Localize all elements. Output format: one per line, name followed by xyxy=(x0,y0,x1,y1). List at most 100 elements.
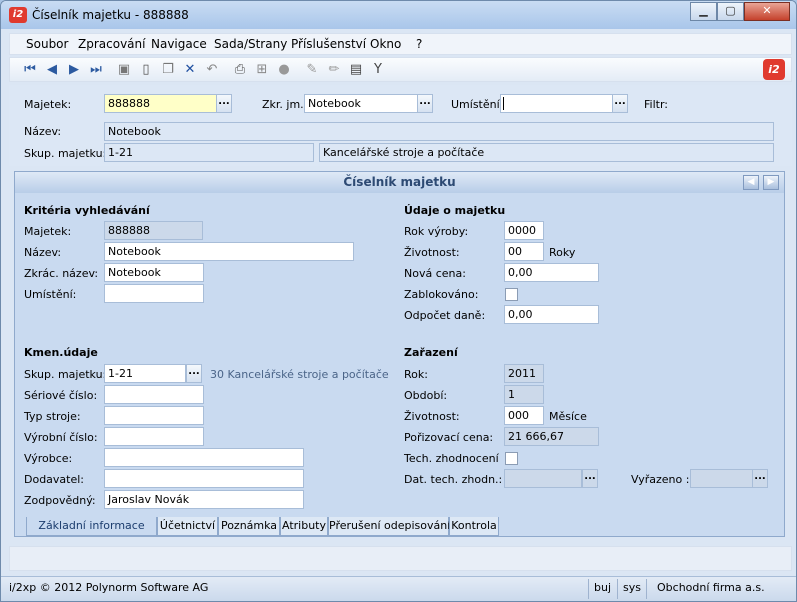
zar-zivotnost-unit: Měsíce xyxy=(549,410,587,423)
kmen-skup-lookup-button[interactable]: ... xyxy=(186,364,202,383)
odpocet-input[interactable]: 0,00 xyxy=(504,305,599,324)
dat-tech-field xyxy=(504,469,582,488)
menu-help[interactable]: ? xyxy=(416,37,422,51)
dat-tech-lookup-button[interactable]: ... xyxy=(582,469,598,488)
toolbar: ⏮ ◀ ▶ ⏭ ▣ ▯ ❐ ✕ ↶ ⎙ ⊞ ● ✎ ✏ ▤ Y i2 xyxy=(9,57,792,82)
rok-vyroby-label: Rok výroby: xyxy=(404,225,469,238)
header-form: Majetek: 888888 ... Zkr. jm.: Notebook .… xyxy=(9,85,792,166)
zkr-lookup-button[interactable]: ... xyxy=(417,94,433,113)
obdobi-label: Období: xyxy=(404,389,448,402)
crit-umisteni-input[interactable] xyxy=(104,284,204,303)
menu-prislusenstvi[interactable]: Příslušenství xyxy=(291,37,366,51)
skup-desc-field: Kancelářské stroje a počítače xyxy=(319,143,774,162)
pencil-icon[interactable]: ✏ xyxy=(326,62,342,78)
zablokovano-checkbox[interactable] xyxy=(505,288,518,301)
seriove-input[interactable] xyxy=(104,385,204,404)
majetek-lookup-button[interactable]: ... xyxy=(216,94,232,113)
menu-okno[interactable]: Okno xyxy=(370,37,401,51)
vyrazeno-label: Vyřazeno : xyxy=(631,473,690,486)
last-record-icon[interactable]: ⏭ xyxy=(88,62,104,78)
disc-icon[interactable]: ● xyxy=(276,62,292,78)
seriove-label: Sériové číslo: xyxy=(24,389,98,402)
crit-zkrac-input[interactable]: Notebook xyxy=(104,263,204,282)
tab-preruseni[interactable]: Přerušení odepisování xyxy=(328,517,450,536)
crit-nazev-label: Název: xyxy=(24,246,62,259)
print-icon[interactable]: ⎙ xyxy=(232,62,248,78)
vyrazeno-lookup-button[interactable]: ... xyxy=(752,469,768,488)
brand-logo-icon: i2 xyxy=(763,59,785,80)
export-icon[interactable]: ▤ xyxy=(348,62,364,78)
close-button[interactable]: ✕ xyxy=(744,2,790,21)
crit-majetek-label: Majetek: xyxy=(24,225,72,238)
majetek-label: Majetek: xyxy=(24,98,72,111)
status-separator xyxy=(617,579,618,599)
zodpovedny-label: Zodpovědný: xyxy=(24,494,96,507)
new-icon[interactable]: ▯ xyxy=(138,62,154,78)
umisteni-input[interactable] xyxy=(500,94,613,113)
maximize-button[interactable]: ▢ xyxy=(717,2,744,21)
minimize-button[interactable]: ▁ xyxy=(690,2,717,21)
zar-rok-label: Rok: xyxy=(404,368,428,381)
nazev-label: Název: xyxy=(24,125,62,138)
status-separator xyxy=(588,579,589,599)
save-icon[interactable]: ▣ xyxy=(116,62,132,78)
menu-bar: Soubor Zpracování Navigace Sada/Strany P… xyxy=(9,33,792,55)
umisteni-label: Umístění: xyxy=(451,98,504,111)
delete-icon[interactable]: ✕ xyxy=(182,62,198,78)
dodavatel-input[interactable] xyxy=(104,469,304,488)
tab-ucetnictvi[interactable]: Účetnictví xyxy=(157,517,218,536)
status-lang: buj xyxy=(594,581,612,594)
zarazeni-title: Zařazení xyxy=(404,346,458,359)
zivotnost-input[interactable]: 00 xyxy=(504,242,544,261)
zar-zivotnost-input[interactable]: 000 xyxy=(504,406,544,425)
menu-sada-strany[interactable]: Sada/Strany xyxy=(214,37,287,51)
kmen-title: Kmen.údaje xyxy=(24,346,98,359)
undo-icon[interactable]: ↶ xyxy=(204,62,220,78)
edit-icon[interactable]: ✎ xyxy=(304,62,320,78)
first-record-icon[interactable]: ⏮ xyxy=(22,62,38,78)
rok-vyroby-input[interactable]: 0000 xyxy=(504,221,544,240)
vyrobce-input[interactable] xyxy=(104,448,304,467)
menu-soubor[interactable]: Soubor xyxy=(26,37,68,51)
nova-cena-input[interactable]: 0,00 xyxy=(504,263,599,282)
porizovaci-field: 21 666,67 xyxy=(504,427,599,446)
zodpovedny-input[interactable]: Jaroslav Novák xyxy=(104,490,304,509)
dodavatel-label: Dodavatel: xyxy=(24,473,85,486)
filter-icon[interactable]: Y xyxy=(370,62,386,78)
menu-navigace[interactable]: Navigace xyxy=(151,37,207,51)
tab-kontrola[interactable]: Kontrola xyxy=(449,517,499,536)
status-separator xyxy=(646,579,647,599)
vyrobni-input[interactable] xyxy=(104,427,204,446)
panel-prev-icon[interactable]: ◀ xyxy=(743,175,759,190)
tab-atributy[interactable]: Atributy xyxy=(280,517,328,536)
crit-majetek-field: 888888 xyxy=(104,221,203,240)
majetek-input[interactable]: 888888 xyxy=(104,94,217,113)
zablokovano-label: Zablokováno: xyxy=(404,288,479,301)
tab-poznamka[interactable]: Poznámka xyxy=(218,517,280,536)
menu-zpracovani[interactable]: Zpracování xyxy=(78,37,145,51)
tree-icon[interactable]: ⊞ xyxy=(254,62,270,78)
window-title: Číselník majetku - 888888 xyxy=(32,8,189,22)
tab-zakladni[interactable]: Základní informace xyxy=(26,517,157,536)
copy-icon[interactable]: ❐ xyxy=(160,62,176,78)
odpocet-label: Odpočet daně: xyxy=(404,309,486,322)
zkr-input[interactable]: Notebook xyxy=(304,94,418,113)
zivotnost-label: Životnost: xyxy=(404,246,460,259)
typ-input[interactable] xyxy=(104,406,204,425)
filtr-label: Filtr: xyxy=(644,98,668,111)
kmen-skup-hint: 30 Kancelářské stroje a počítače xyxy=(210,368,389,381)
copyright-text: i/2xp © 2012 Polynorm Software AG xyxy=(9,581,209,594)
tab-strip: Základní informace Účetnictví Poznámka A… xyxy=(14,517,785,537)
app-logo-icon: i2 xyxy=(9,7,27,23)
next-record-icon[interactable]: ▶ xyxy=(66,62,82,78)
kmen-skup-input[interactable]: 1-21 xyxy=(104,364,186,383)
crit-nazev-input[interactable]: Notebook xyxy=(104,242,354,261)
umisteni-lookup-button[interactable]: ... xyxy=(612,94,628,113)
panel-next-icon[interactable]: ▶ xyxy=(763,175,779,190)
prev-record-icon[interactable]: ◀ xyxy=(44,62,60,78)
skup-label: Skup. majetku: xyxy=(24,147,107,160)
obdobi-field: 1 xyxy=(504,385,544,404)
crit-umisteni-label: Umístění: xyxy=(24,288,77,301)
tech-checkbox[interactable] xyxy=(505,452,518,465)
title-bar[interactable]: i2 Číselník majetku - 888888 ▁ ▢ ✕ xyxy=(1,1,796,29)
